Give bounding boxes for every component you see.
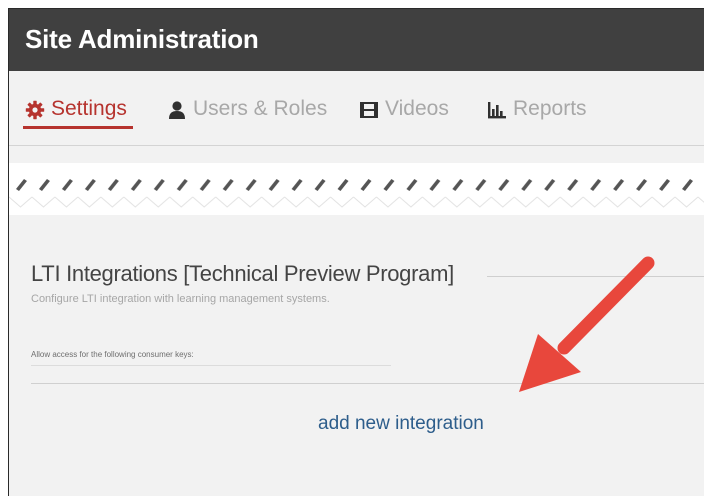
site-admin-panel: Site Administration Settings Users & Rol… — [8, 8, 704, 496]
page-break-divider — [9, 163, 704, 217]
header-bar: Site Administration — [9, 9, 704, 71]
bar-chart-icon — [487, 100, 507, 120]
section-description: Configure LTI integration with learning … — [31, 293, 330, 305]
title-divider — [487, 276, 704, 277]
tab-settings[interactable]: Settings — [23, 97, 133, 129]
tab-videos-label: Videos — [385, 97, 449, 120]
lti-integrations-section: LTI Integrations [Technical Preview Prog… — [9, 215, 704, 496]
gear-icon — [25, 100, 45, 120]
admin-tabs: Settings Users & Roles Videos Reports — [9, 71, 704, 146]
tab-users-roles-label: Users & Roles — [193, 97, 328, 120]
tab-reports-label: Reports — [513, 97, 587, 120]
add-new-integration-link[interactable]: add new integration — [318, 413, 484, 435]
list-divider — [31, 383, 704, 384]
tab-settings-label: Settings — [51, 97, 127, 120]
tab-users-roles[interactable]: Users & Roles — [167, 97, 327, 129]
tab-videos[interactable]: Videos — [359, 97, 449, 129]
tab-reports[interactable]: Reports — [487, 97, 587, 129]
film-icon — [359, 100, 379, 120]
consumer-keys-label: Allow access for the following consumer … — [31, 350, 194, 359]
user-icon — [167, 100, 187, 120]
field-divider — [31, 365, 391, 366]
section-title: LTI Integrations [Technical Preview Prog… — [31, 261, 454, 286]
page-title: Site Administration — [25, 24, 259, 54]
